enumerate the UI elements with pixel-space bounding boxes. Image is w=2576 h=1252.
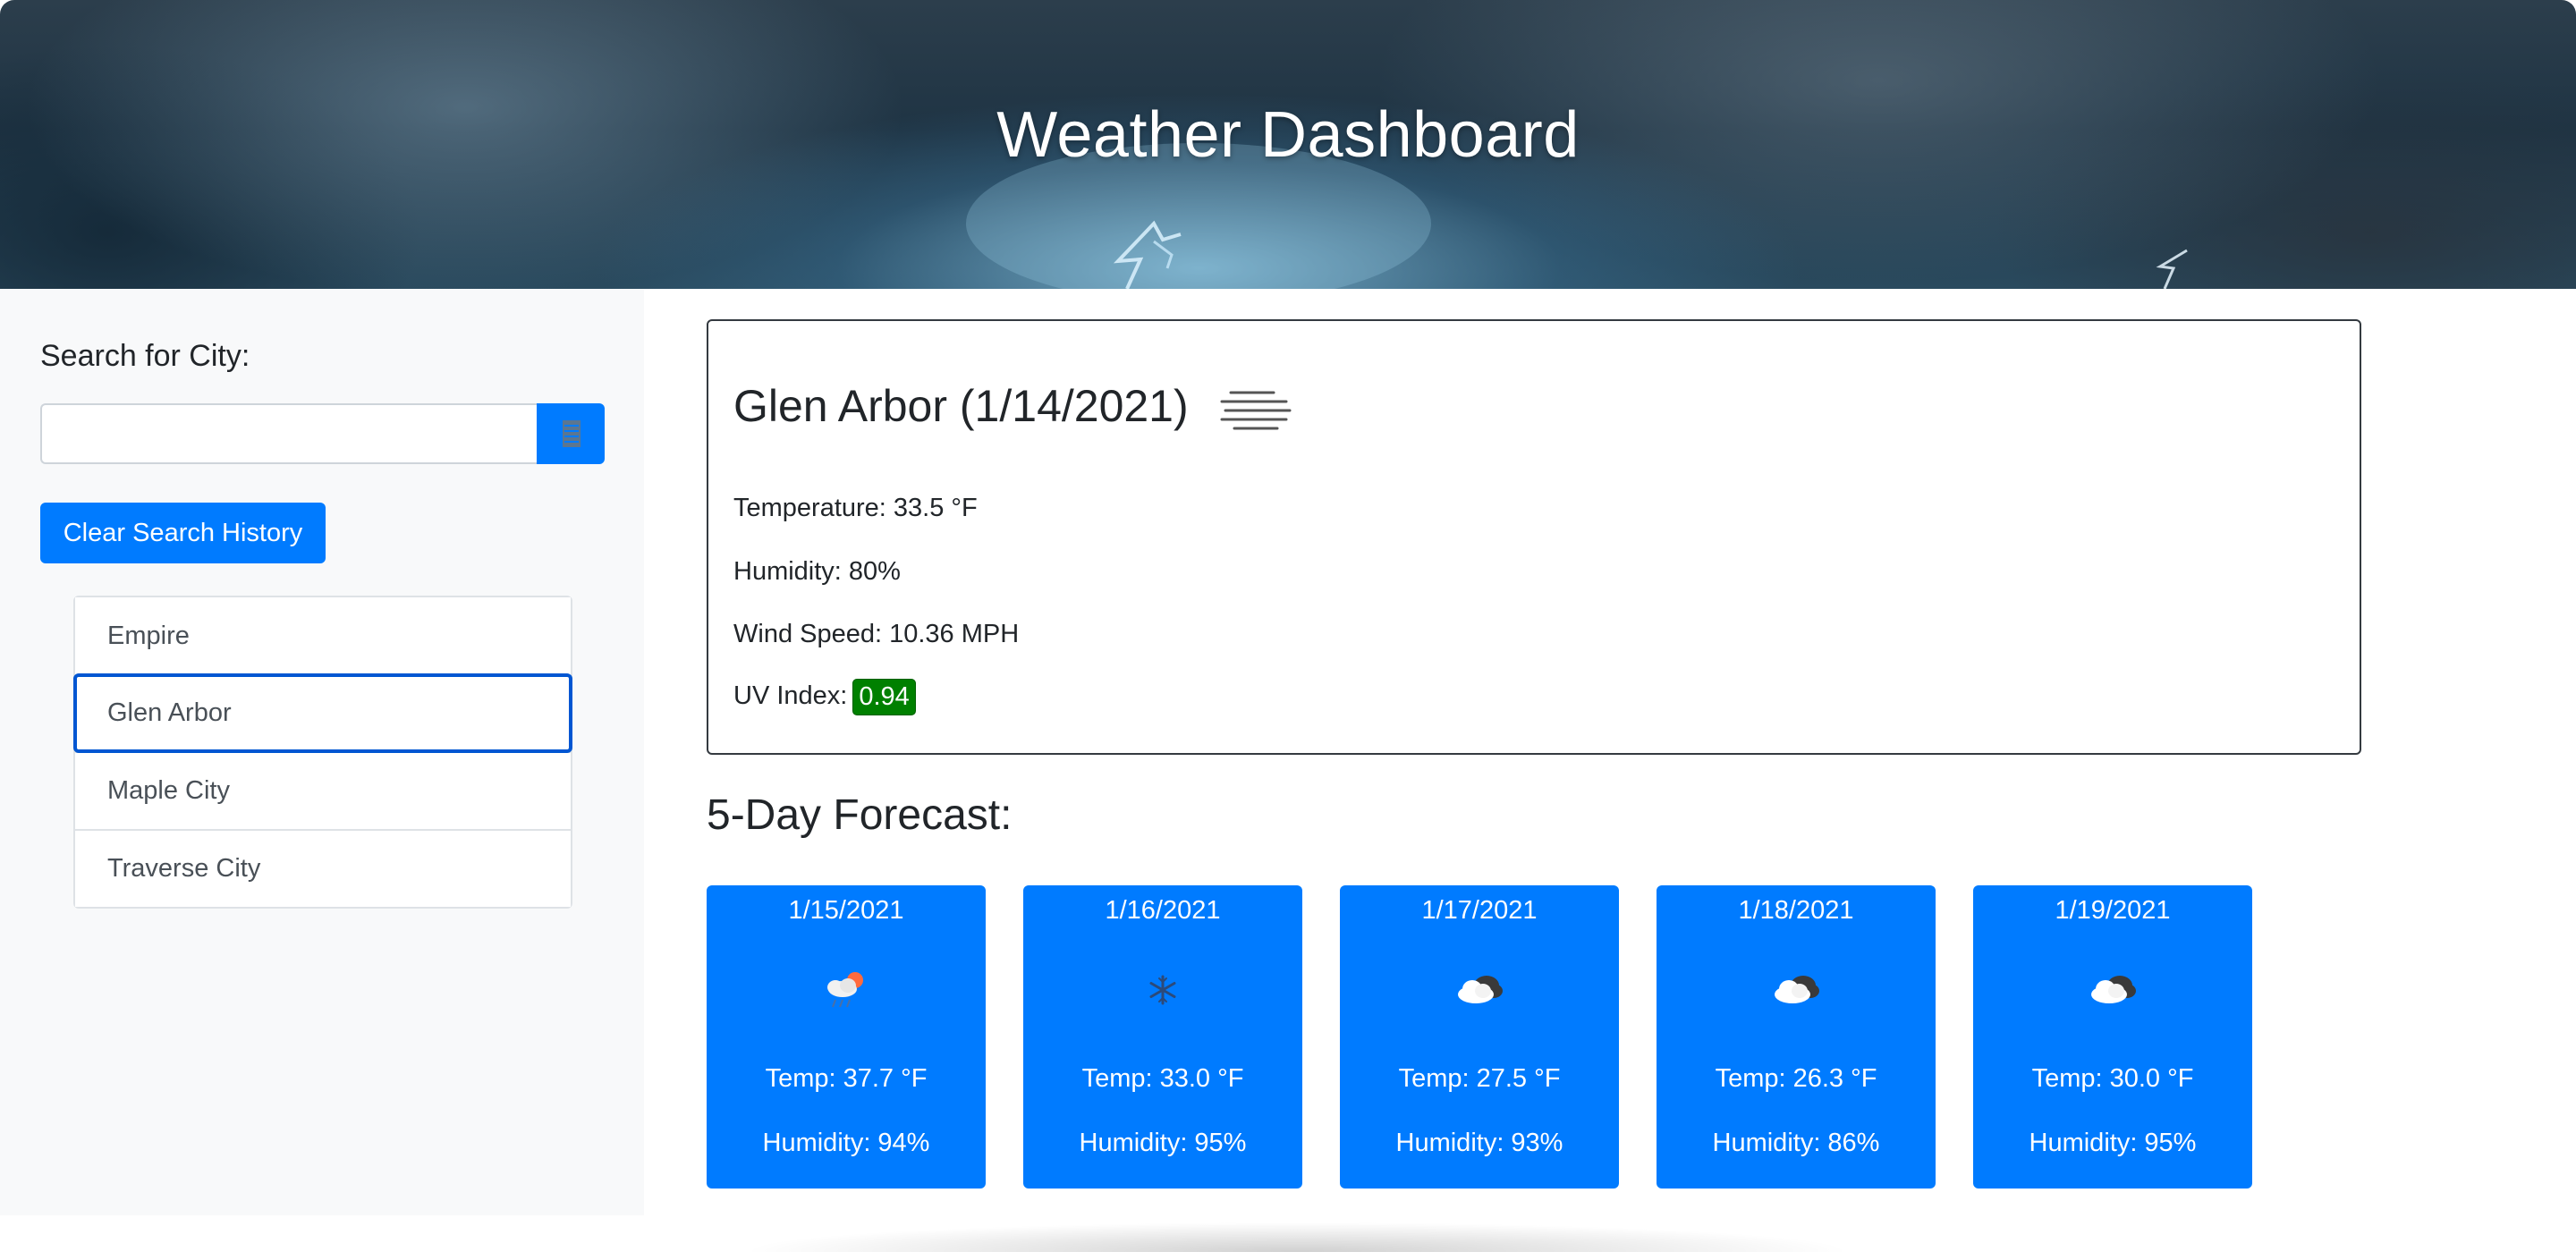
forecast-card: 1/15/2021 Temp: 37.7 °F Humidity: 94% [707,885,986,1189]
search-icon [563,420,580,447]
current-uv-row: UV Index: 0.94 [733,679,916,715]
uv-index-label: UV Index: [733,681,848,711]
forecast-card: 1/16/2021 Temp: 33.0 °F Humidity: 95% [1023,885,1302,1189]
search-history-list: Empire Glen Arbor Maple City Traverse Ci… [73,596,572,909]
cloud-icon [1458,976,1503,1003]
header-banner: Weather Dashboard [0,0,2576,289]
mist-icon [1220,391,1292,430]
forecast-temp: Temp: 33.0 °F [1081,1064,1244,1093]
forecast-temp: Temp: 27.5 °F [1398,1064,1561,1093]
snow-icon [1149,975,1176,1005]
city-search-input[interactable] [40,403,537,464]
forecast-temp: Temp: 37.7 °F [765,1064,928,1093]
forecast-date: 1/18/2021 [1738,896,1854,925]
search-button[interactable] [537,403,605,464]
history-item-maple-city[interactable]: Maple City [75,751,571,829]
uv-index-badge: 0.94 [852,679,916,715]
current-wind-speed: Wind Speed: 10.36 MPH [733,620,1020,648]
forecast-humidity: Humidity: 95% [1079,1129,1247,1157]
current-city-title: Glen Arbor (1/14/2021) [733,381,1189,431]
forecast-date: 1/19/2021 [2055,896,2171,925]
forecast-heading: 5-Day Forecast: [707,791,1013,839]
forecast-date: 1/15/2021 [788,896,904,925]
rain-sun-icon [827,972,863,1008]
current-temperature: Temperature: 33.5 °F [733,494,978,522]
history-item-glen-arbor[interactable]: Glen Arbor [73,673,572,753]
forecast-humidity: Humidity: 93% [1395,1129,1563,1157]
forecast-card: 1/18/2021 Temp: 26.3 °F Humidity: 86% [1657,885,1936,1189]
forecast-humidity: Humidity: 86% [1712,1129,1880,1157]
forecast-humidity: Humidity: 95% [2029,1129,2197,1157]
forecast-card: 1/17/2021 Temp: 27.5 °F Humidity: 93% [1340,885,1619,1189]
page-title: Weather Dashboard [996,99,1580,171]
forecast-temp: Temp: 26.3 °F [1715,1064,1877,1093]
window-bottom-shadow [608,1215,1986,1252]
cloud-icon [2091,976,2136,1003]
history-item-traverse-city[interactable]: Traverse City [75,829,571,907]
history-item-empire[interactable]: Empire [75,597,571,675]
search-label: Search for City: [40,339,250,373]
search-group [40,403,605,464]
clear-history-button[interactable]: Clear Search History [40,503,326,563]
forecast-humidity: Humidity: 94% [762,1129,930,1157]
forecast-date: 1/17/2021 [1421,896,1538,925]
cloud-icon [1775,976,1819,1003]
forecast-temp: Temp: 30.0 °F [2031,1064,2194,1093]
forecast-row: 1/15/2021 Temp: 37.7 °F Humidity: 94% 1/… [707,885,2252,1189]
current-humidity: Humidity: 80% [733,557,901,586]
forecast-date: 1/16/2021 [1105,896,1221,925]
sidebar: Search for City: Clear Search History Em… [0,289,644,1215]
forecast-card: 1/19/2021 Temp: 30.0 °F Humidity: 95% [1973,885,2252,1189]
current-weather-card: Glen Arbor (1/14/2021) Temperature: 33.5… [707,319,2361,755]
